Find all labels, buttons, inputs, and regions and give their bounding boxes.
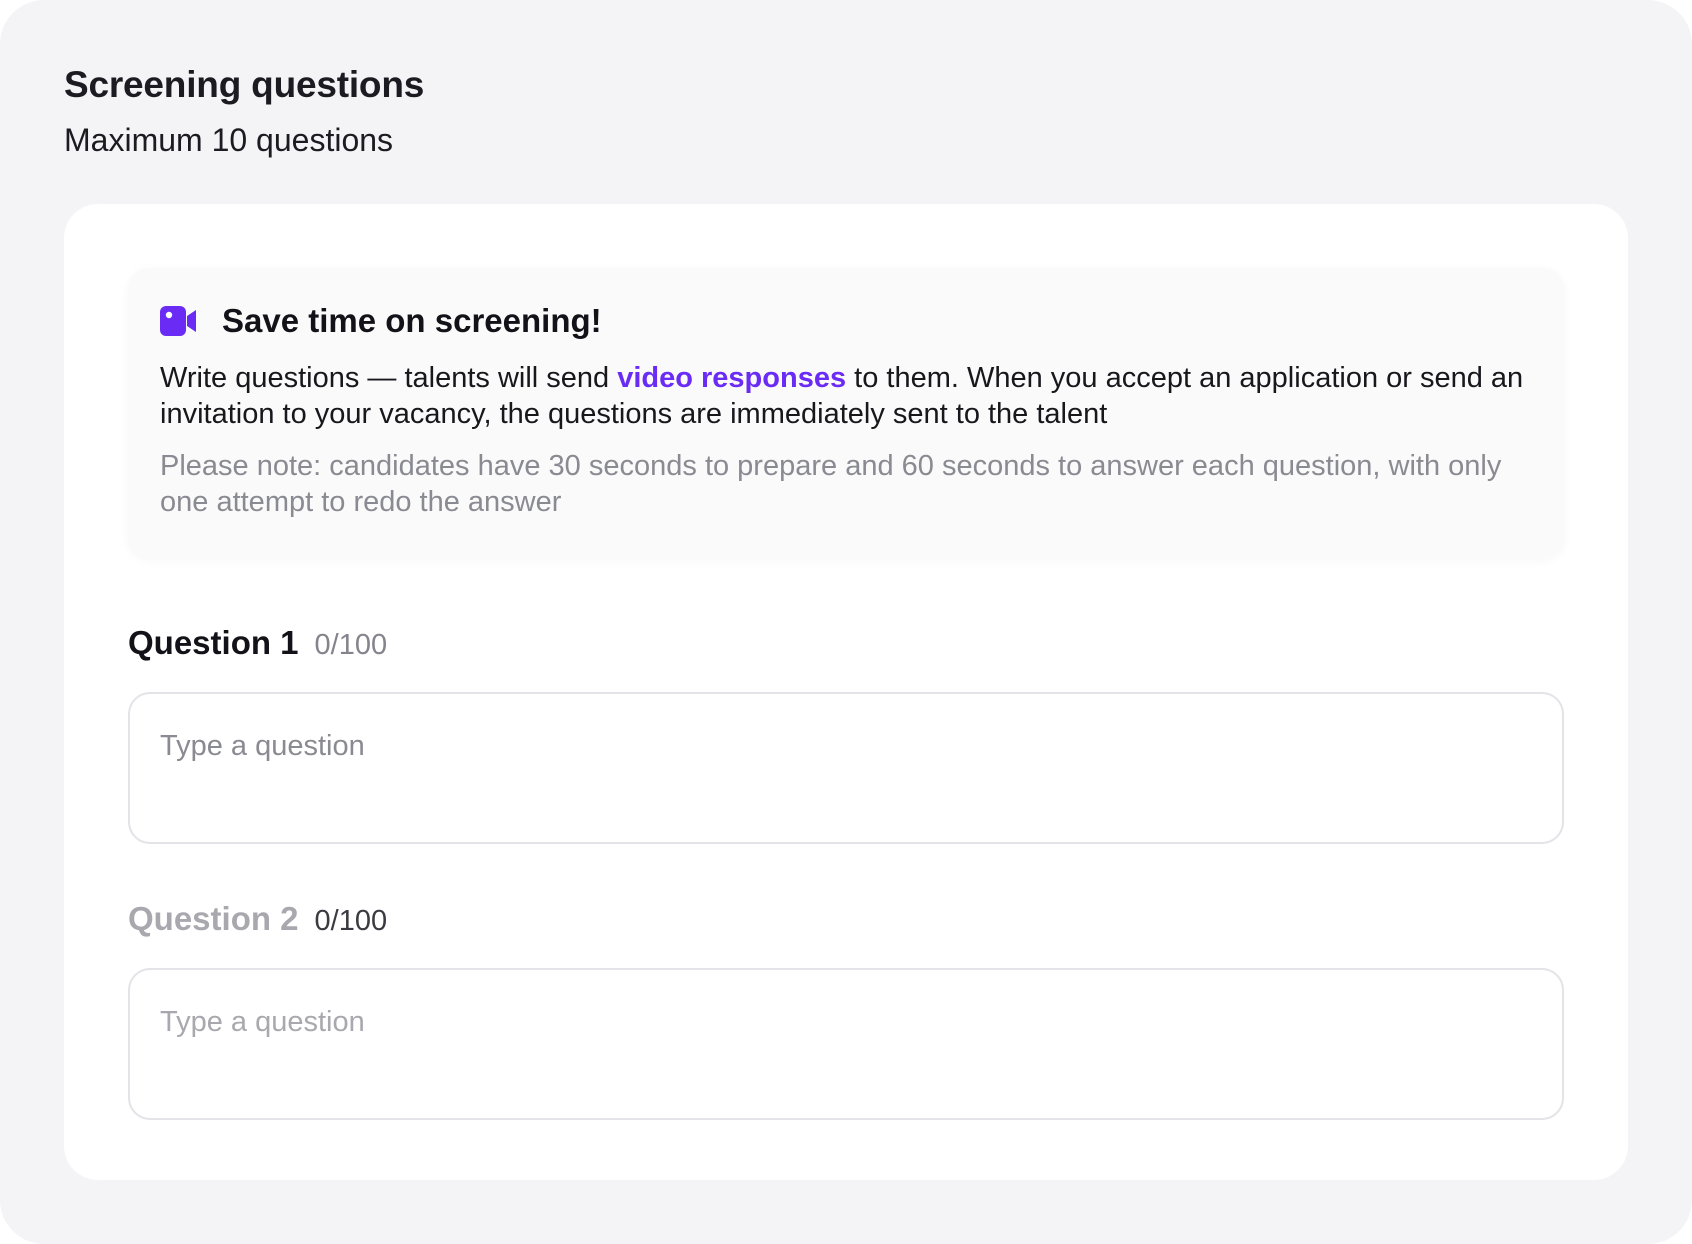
question-2-label: Question 2 [128, 900, 299, 937]
callout-body-start: Write questions — talents will send [160, 362, 618, 394]
question-1-label-row: Question 1 0/100 [128, 624, 1564, 668]
callout-note: Please note: candidates have 30 seconds … [160, 450, 1502, 518]
callout-header: Save time on screening! [160, 296, 1532, 346]
info-callout: Save time on screening! Write questions … [128, 268, 1564, 558]
question-2-char-counter: 0/100 [314, 905, 388, 937]
screening-questions-page: Screening questions Maximum 10 questions… [0, 0, 1692, 1244]
question-1-input[interactable] [128, 692, 1564, 844]
video-camera-icon [160, 306, 196, 336]
question-1-char-counter: 0/100 [314, 629, 388, 661]
callout-description: Write questions — talents will send vide… [160, 360, 1532, 432]
question-2-label-row: Question 2 0/100 [128, 900, 1564, 944]
page-title: Screening questions [64, 64, 425, 105]
video-responses-highlight: video responses [617, 362, 847, 394]
question-2-input[interactable] [128, 968, 1564, 1120]
callout-title: Save time on screening! [222, 302, 602, 339]
page-subtitle: Maximum 10 questions [64, 122, 394, 158]
questions-card: Save time on screening! Write questions … [64, 204, 1628, 1180]
question-2: Question 2 0/100 [128, 900, 1564, 1120]
question-1-label: Question 1 [128, 624, 299, 661]
question-1: Question 1 0/100 [128, 624, 1564, 844]
